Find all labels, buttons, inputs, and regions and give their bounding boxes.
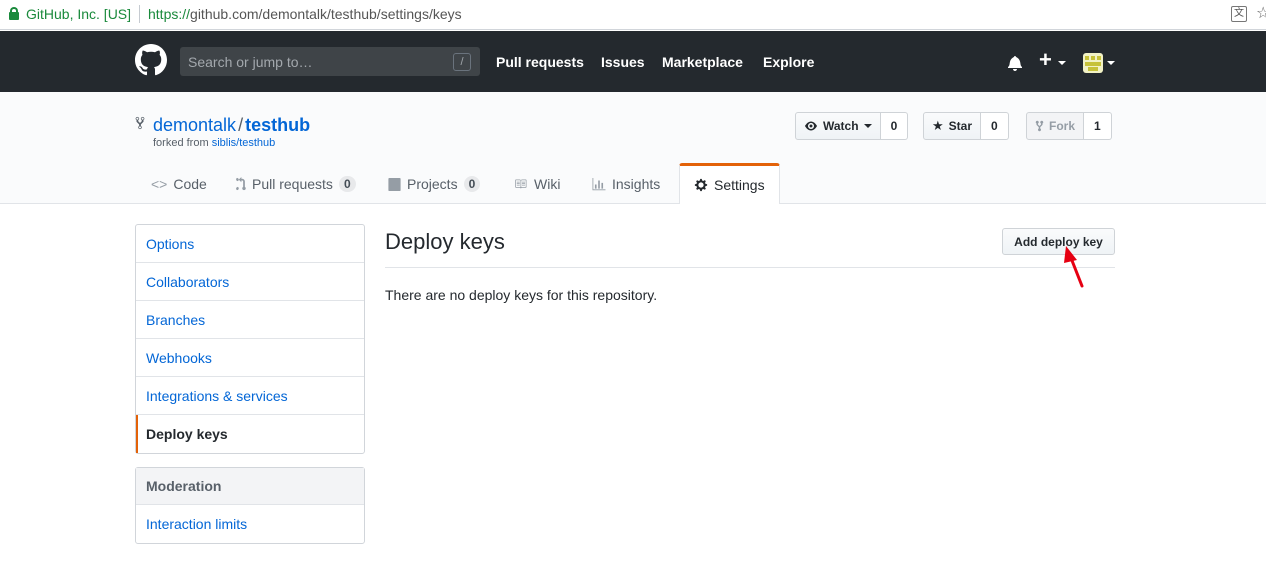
translate-icon[interactable]: 文: [1231, 6, 1247, 22]
forked-from-link[interactable]: siblis/testhub: [212, 137, 276, 149]
menu-item-options[interactable]: Options: [136, 225, 364, 263]
repo-title: demontalk / testhub: [153, 115, 310, 136]
star-button[interactable]: ★ Star: [923, 112, 981, 140]
star-icon: ★: [932, 118, 944, 133]
star-count[interactable]: 0: [981, 112, 1009, 140]
user-menu-caret-icon[interactable]: [1107, 61, 1115, 65]
tab-pull-requests[interactable]: Pull requests 0: [235, 164, 356, 204]
gear-icon: [694, 178, 708, 192]
nav-issues[interactable]: Issues: [601, 54, 645, 70]
tab-wiki[interactable]: Wiki: [513, 164, 560, 204]
page-title: Deploy keys: [385, 229, 505, 254]
bookmark-star-icon[interactable]: ☆: [1256, 3, 1266, 23]
watch-count[interactable]: 0: [880, 112, 909, 140]
create-new-caret-icon[interactable]: [1058, 61, 1066, 65]
create-new-plus-icon[interactable]: +: [1039, 49, 1052, 71]
repo-owner-link[interactable]: demontalk: [153, 115, 236, 135]
nav-marketplace[interactable]: Marketplace: [662, 54, 743, 70]
star-button-group: ★ Star 0: [923, 112, 1009, 140]
fork-icon: [1035, 120, 1044, 132]
repo-title-separator: /: [238, 115, 244, 135]
book-icon: [515, 179, 527, 189]
nav-pull-requests[interactable]: Pull requests: [496, 54, 584, 70]
tab-settings[interactable]: Settings: [679, 163, 780, 204]
moderation-heading: Moderation: [136, 468, 364, 505]
watch-button-group: Watch 0: [795, 112, 909, 140]
code-icon: <>: [151, 176, 168, 192]
tab-insights[interactable]: Insights: [592, 164, 660, 204]
settings-menu: Options Collaborators Branches Webhooks …: [135, 224, 365, 454]
watch-caret-icon: [863, 124, 872, 128]
menu-item-collaborators[interactable]: Collaborators: [136, 263, 364, 301]
graph-icon: [592, 177, 606, 190]
fork-button[interactable]: Fork: [1026, 112, 1085, 140]
tab-code[interactable]: <> Code: [151, 164, 207, 204]
search-placeholder: Search or jump to…: [188, 54, 313, 70]
github-logo-icon[interactable]: [135, 44, 167, 76]
annotation-arrow-icon: [1064, 246, 1084, 288]
repository-header: demontalk / testhub forked from siblis/tes…: [0, 92, 1266, 204]
menu-item-deploy-keys[interactable]: Deploy keys: [136, 415, 364, 453]
eye-icon: [805, 121, 817, 131]
fork-count[interactable]: 1: [1084, 112, 1112, 140]
tab-projects[interactable]: Projects 0: [388, 164, 481, 204]
repo-forked-icon: [135, 116, 145, 130]
watch-button[interactable]: Watch: [795, 112, 881, 140]
menu-item-branches[interactable]: Branches: [136, 301, 364, 339]
fork-button-group: Fork 1: [1026, 112, 1112, 140]
search-input[interactable]: Search or jump to… /: [180, 47, 480, 76]
moderation-menu: Moderation Interaction limits: [135, 467, 365, 544]
nav-explore[interactable]: Explore: [763, 54, 814, 70]
projects-count: 0: [463, 176, 481, 192]
menu-item-integrations[interactable]: Integrations & services: [136, 377, 364, 415]
blankslate-message: There are no deploy keys for this reposi…: [385, 287, 658, 303]
search-shortcut-hint: /: [453, 53, 471, 71]
forked-from-note: forked from siblis/testhub: [153, 137, 276, 149]
menu-item-webhooks[interactable]: Webhooks: [136, 339, 364, 377]
project-icon: [388, 177, 401, 191]
title-divider: [385, 267, 1115, 268]
user-avatar[interactable]: [1083, 53, 1103, 73]
git-pull-request-icon: [236, 177, 246, 191]
url-text[interactable]: https://github.com/demontalk/testhub/set…: [148, 6, 462, 22]
github-header: Search or jump to… / Pull requests Issue…: [0, 31, 1266, 92]
lock-icon: [9, 7, 19, 20]
address-separator: [139, 5, 140, 23]
repo-name-link[interactable]: testhub: [245, 115, 310, 135]
site-identity[interactable]: GitHub, Inc. [US]: [26, 6, 131, 22]
notifications-bell-icon[interactable]: [1008, 55, 1022, 71]
browser-address-bar[interactable]: GitHub, Inc. [US] https://github.com/dem…: [0, 0, 1266, 30]
menu-item-interaction-limits[interactable]: Interaction limits: [136, 505, 364, 543]
pull-requests-count: 0: [338, 176, 356, 192]
